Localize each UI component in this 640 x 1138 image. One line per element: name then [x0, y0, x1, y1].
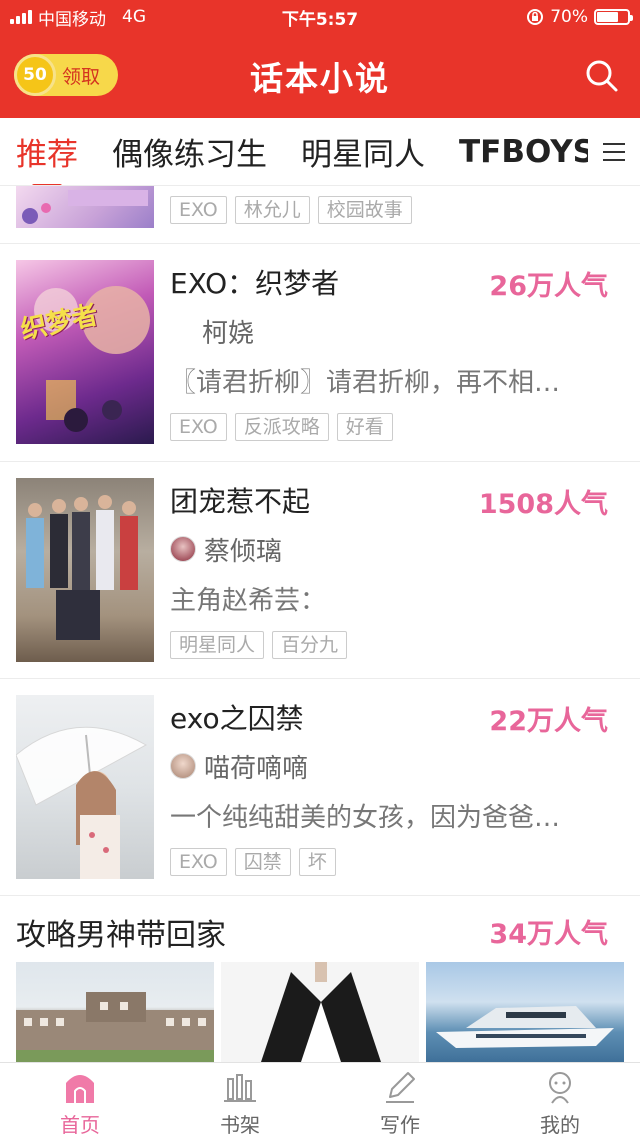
battery-percent: 70%	[550, 7, 588, 27]
tag-list: EXO 林允儿 校园故事	[170, 196, 412, 224]
book-cover: 织梦者	[16, 260, 154, 444]
banner-image-portrait[interactable]	[221, 962, 419, 1062]
menu-icon	[603, 143, 625, 161]
popularity-count: 26万人气	[489, 271, 608, 302]
tag[interactable]: 校园故事	[317, 196, 412, 224]
tab-tfboys[interactable]: TFBOYS	[459, 134, 595, 170]
tag-list: EXO 囚禁 坏	[170, 848, 616, 876]
tag-list: 明星同人 百分九	[170, 631, 616, 659]
book-description: 一个纯纯甜美的女孩，因为爸爸…	[170, 803, 561, 833]
popularity-count: 22万人气	[489, 706, 608, 737]
rotation-lock-icon	[527, 9, 544, 25]
author-avatar	[170, 536, 196, 562]
tag[interactable]: EXO	[170, 848, 227, 876]
bookshelf-icon	[224, 1074, 256, 1102]
category-tabbar: 推荐 偶像练习生 明星同人 TFBOYS	[0, 118, 640, 186]
tag[interactable]: 林允儿	[234, 196, 310, 224]
section-title: 攻略男神带回家	[16, 918, 226, 953]
nav-label: 我的	[540, 1113, 580, 1137]
book-description: 主角赵希芸：	[170, 586, 327, 616]
list-item[interactable]: EXO 林允儿 校园故事	[0, 186, 640, 244]
signal-icon	[10, 10, 32, 24]
nav-label: 书架	[220, 1113, 260, 1137]
novel-feed: EXO 林允儿 校园故事 织梦者 EXO：织梦者 柯娆 〖请君折柳〗请君折柳，再…	[0, 186, 640, 1064]
profile-icon	[549, 1072, 571, 1104]
tab-idol-trainee[interactable]: 偶像练习生	[112, 129, 267, 174]
home-icon	[66, 1075, 94, 1103]
banner-image-yacht[interactable]	[426, 962, 624, 1062]
status-bar: 中国移动 4G 下午5:57 70%	[0, 0, 640, 34]
app-title: 话本小说	[250, 59, 390, 98]
pen-icon	[386, 1072, 415, 1103]
status-right: 70%	[526, 7, 633, 27]
tag[interactable]: 百分九	[272, 631, 348, 659]
author-avatar	[170, 753, 196, 779]
nav-label: 首页	[60, 1113, 100, 1137]
claim-coins-button[interactable]: 50 领取	[14, 54, 118, 96]
tab-menu-button[interactable]	[588, 118, 640, 185]
book-cover	[16, 478, 154, 662]
search-icon	[586, 60, 618, 92]
tag[interactable]: 反派攻略	[234, 413, 329, 441]
author-row: 柯娆	[170, 314, 616, 349]
book-cover	[16, 186, 154, 228]
author-name: 喵荷嘀嘀	[204, 753, 309, 784]
book-cover	[16, 695, 154, 879]
tag[interactable]: EXO	[170, 413, 227, 441]
nav-label: 写作	[380, 1113, 420, 1137]
tab-recommend[interactable]: 推荐	[16, 129, 78, 185]
nav-write[interactable]: 写作	[320, 1063, 480, 1138]
nav-bookshelf[interactable]: 书架	[160, 1063, 320, 1138]
author-row: 蔡倾璃	[170, 532, 616, 567]
nav-profile[interactable]: 我的	[480, 1063, 640, 1138]
author-name: 蔡倾璃	[204, 536, 283, 567]
nav-home[interactable]: 首页	[0, 1063, 160, 1138]
search-button[interactable]	[582, 56, 622, 96]
list-item[interactable]: 织梦者 EXO：织梦者 柯娆 〖请君折柳〗请君折柳，再不相… EXO 反派攻略 …	[0, 244, 640, 462]
app-header: 50 领取 话本小说	[0, 34, 640, 118]
author-name: 柯娆	[202, 318, 255, 349]
popularity-count: 34万人气	[489, 919, 608, 950]
tag-list: EXO 反派攻略 好看	[170, 413, 616, 441]
banner-image-building[interactable]	[16, 962, 214, 1062]
coin-icon: 50	[14, 54, 56, 96]
popularity-count: 1508人气	[478, 489, 608, 520]
claim-label: 领取	[62, 65, 101, 88]
tag[interactable]: 明星同人	[170, 631, 265, 659]
category-tabs: 推荐 偶像练习生 明星同人 TFBOYS	[0, 118, 640, 185]
status-left: 中国移动 4G	[10, 5, 146, 30]
bottom-navigation: 首页 书架 写作 我的	[0, 1062, 640, 1138]
tag[interactable]: EXO	[170, 196, 227, 224]
tab-celebrity-fanfic[interactable]: 明星同人	[301, 129, 425, 174]
tag[interactable]: 好看	[336, 413, 393, 441]
tag[interactable]: 坏	[298, 848, 336, 876]
carrier-label: 中国移动	[38, 9, 106, 30]
list-item[interactable]: 团宠惹不起 蔡倾璃 主角赵希芸： 明星同人 百分九 1508人气	[0, 462, 640, 679]
battery-fill	[597, 12, 618, 22]
author-row: 喵荷嘀嘀	[170, 749, 616, 784]
book-description: 〖请君折柳〗请君折柳，再不相…	[170, 368, 561, 398]
list-item[interactable]: exo之囚禁 喵荷嘀嘀 一个纯纯甜美的女孩，因为爸爸… EXO 囚禁 坏 22万…	[0, 679, 640, 896]
tag[interactable]: 囚禁	[234, 848, 291, 876]
battery-icon	[594, 9, 633, 25]
network-label: 4G	[122, 7, 146, 27]
